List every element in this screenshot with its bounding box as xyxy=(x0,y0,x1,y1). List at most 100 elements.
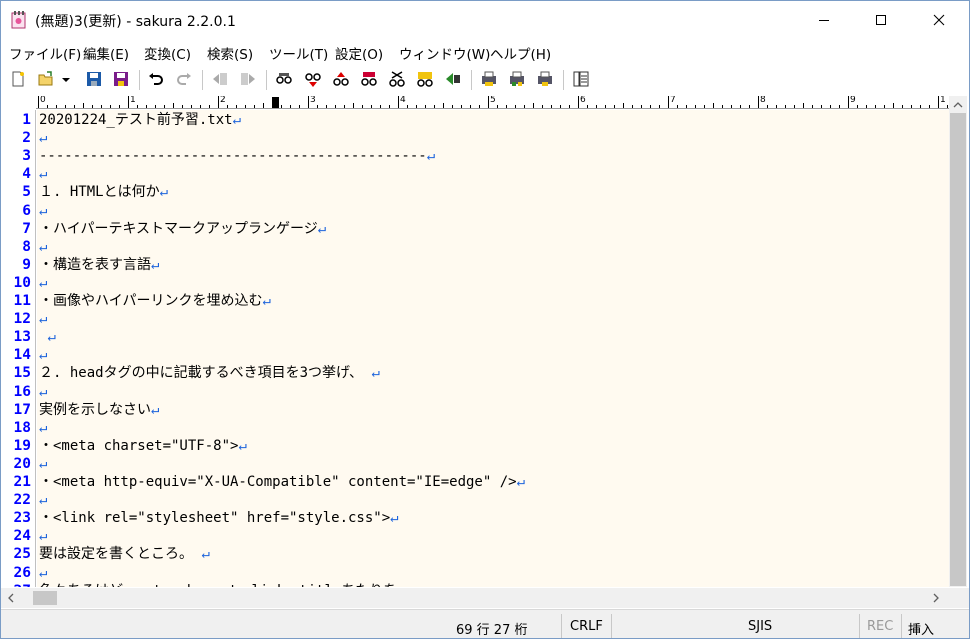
line-number: 26 xyxy=(13,565,31,581)
menu-convert[interactable]: 変換(C) xyxy=(144,43,191,63)
search-icon[interactable] xyxy=(275,70,293,88)
save-all-icon[interactable] xyxy=(112,70,130,88)
text-editing-area[interactable]: 20201224_テスト前予習.txt↵ ↵ -------------------… xyxy=(37,110,949,587)
ruler-tick xyxy=(425,105,426,108)
text-line[interactable]: ↵ xyxy=(39,129,47,147)
text-line[interactable]: ２. headタグの中に記載するべき項目を3つ挙げ、 ↵ xyxy=(39,364,380,382)
ruler-tick xyxy=(641,105,642,108)
text-line[interactable]: ↵ xyxy=(39,310,47,328)
text-line[interactable]: ・画像やハイパーリンクを埋め込む↵ xyxy=(39,292,271,310)
text-line[interactable]: 20201224_テスト前予習.txt↵ xyxy=(39,111,241,129)
ruler-tick xyxy=(902,105,903,108)
vertical-scrollbar[interactable] xyxy=(949,96,967,587)
clear-highlight-icon[interactable] xyxy=(388,70,406,88)
ruler-tick xyxy=(101,105,102,108)
column-ruler[interactable]: 0 1 2 3 4 5 6 7 8 9 1 xyxy=(36,96,949,109)
text-line[interactable]: 実例を示しなさい↵ xyxy=(39,401,159,419)
text-line[interactable]: 要は設定を書くところ。 ↵ xyxy=(39,545,210,563)
save-icon[interactable] xyxy=(85,70,103,88)
text-line[interactable]: ↵ xyxy=(39,455,47,473)
text-line[interactable]: １. HTMLとは何か↵ xyxy=(39,183,168,201)
grep-icon[interactable] xyxy=(416,70,434,88)
new-file-icon[interactable] xyxy=(9,70,27,88)
jump-tag-icon[interactable] xyxy=(444,70,462,88)
undo-icon[interactable] xyxy=(147,70,165,88)
line-number: 6 xyxy=(22,203,31,219)
ruler-tick xyxy=(461,105,462,108)
menu-window[interactable]: ウィンドウ(W) xyxy=(399,43,490,63)
ruler-label: 4 xyxy=(400,96,406,105)
text-line[interactable]: ↵ xyxy=(39,238,47,256)
menu-help[interactable]: ヘルプ(H) xyxy=(490,43,551,63)
search-next-icon[interactable] xyxy=(332,70,350,88)
text-line[interactable]: ↵ xyxy=(39,346,47,364)
ruler-tick xyxy=(389,105,390,108)
maximize-button[interactable] xyxy=(858,1,904,39)
text-line[interactable]: ↵ xyxy=(39,274,47,292)
text-line[interactable]: ・<link rel="stylesheet" href="style.css"… xyxy=(39,509,399,527)
menu-search[interactable]: 検索(S) xyxy=(207,43,253,63)
text-line[interactable]: ----------------------------------------… xyxy=(39,147,435,165)
ruler-tick xyxy=(236,105,237,108)
ruler-tick xyxy=(38,96,39,108)
line-break-mark: ↵ xyxy=(39,239,48,255)
horizontal-scroll-thumb[interactable] xyxy=(33,591,57,605)
ruler-tick xyxy=(182,105,183,108)
text-line[interactable]: ↵ xyxy=(39,328,55,346)
line-number: 23 xyxy=(13,510,31,526)
text-line[interactable]: ・構造を表す言語↵ xyxy=(39,256,159,274)
ruler-tick xyxy=(65,105,66,108)
text-line[interactable]: ↵ xyxy=(39,383,47,401)
print-icon[interactable] xyxy=(480,70,498,88)
scroll-right-icon[interactable] xyxy=(931,593,941,603)
jump-forward-icon[interactable] xyxy=(239,70,257,88)
ruler-tick xyxy=(677,105,678,108)
text-line[interactable]: ↵ xyxy=(39,564,47,582)
text-line[interactable]: ・<meta charset="UTF-8">↵ xyxy=(39,437,247,455)
dropdown-arrow-icon[interactable] xyxy=(60,70,72,88)
ruler-label: 6 xyxy=(580,96,586,105)
text-line[interactable]: ・ハイパーテキストマークアップランゲージ↵ xyxy=(39,220,326,238)
scroll-up-icon[interactable] xyxy=(952,100,964,109)
redo-icon[interactable] xyxy=(175,70,193,88)
line-number: 25 xyxy=(13,546,31,562)
insert-mode-indicator[interactable]: 挿入 xyxy=(908,619,934,638)
ruler-tick xyxy=(704,105,705,108)
minimize-button[interactable] xyxy=(801,1,847,39)
jump-back-icon[interactable] xyxy=(211,70,229,88)
menu-settings[interactable]: 設定(O) xyxy=(335,43,383,63)
ruler-tick xyxy=(740,105,741,108)
page-setup-icon[interactable] xyxy=(536,70,554,88)
scroll-left-icon[interactable] xyxy=(6,593,16,603)
title-bar[interactable]: (無題)3(更新) - sakura 2.2.0.1 xyxy=(1,1,969,39)
line-number: 11 xyxy=(13,293,31,309)
vertical-scroll-thumb[interactable] xyxy=(950,113,966,586)
status-divider xyxy=(611,614,612,638)
text-line[interactable]: ↵ xyxy=(39,527,47,545)
text-line[interactable]: ↵ xyxy=(39,491,47,509)
toolbar-separator xyxy=(266,70,267,90)
line-ending-indicator[interactable]: CRLF xyxy=(570,619,603,634)
menu-tools[interactable]: ツール(T) xyxy=(269,43,328,63)
open-folder-icon[interactable] xyxy=(37,70,55,88)
line-break-mark: ↵ xyxy=(371,365,380,381)
replace-icon[interactable] xyxy=(360,70,378,88)
line-text: 要は設定を書くところ。 xyxy=(39,546,202,562)
ruler-tick xyxy=(200,105,201,108)
outline-icon[interactable] xyxy=(572,70,590,88)
encoding-indicator[interactable]: SJIS xyxy=(748,619,772,634)
text-line[interactable]: ↵ xyxy=(39,419,47,437)
text-line[interactable]: ↵ xyxy=(39,165,47,183)
menu-edit[interactable]: 編集(E) xyxy=(83,43,129,63)
rec-indicator: REC xyxy=(867,619,894,634)
search-prev-icon[interactable] xyxy=(304,70,322,88)
text-line[interactable]: ↵ xyxy=(39,202,47,220)
menu-file[interactable]: ファイル(F) xyxy=(9,43,81,63)
close-button[interactable] xyxy=(916,1,962,39)
print-preview-icon[interactable] xyxy=(508,70,526,88)
text-line[interactable]: 色々あるけど、meta charset、link、titleあたりを xyxy=(39,582,397,587)
status-divider xyxy=(901,614,902,638)
text-line[interactable]: ・<meta http-equiv="X-UA-Compatible" cont… xyxy=(39,473,525,491)
ruler-tick xyxy=(749,105,750,108)
horizontal-scrollbar[interactable] xyxy=(1,588,949,608)
